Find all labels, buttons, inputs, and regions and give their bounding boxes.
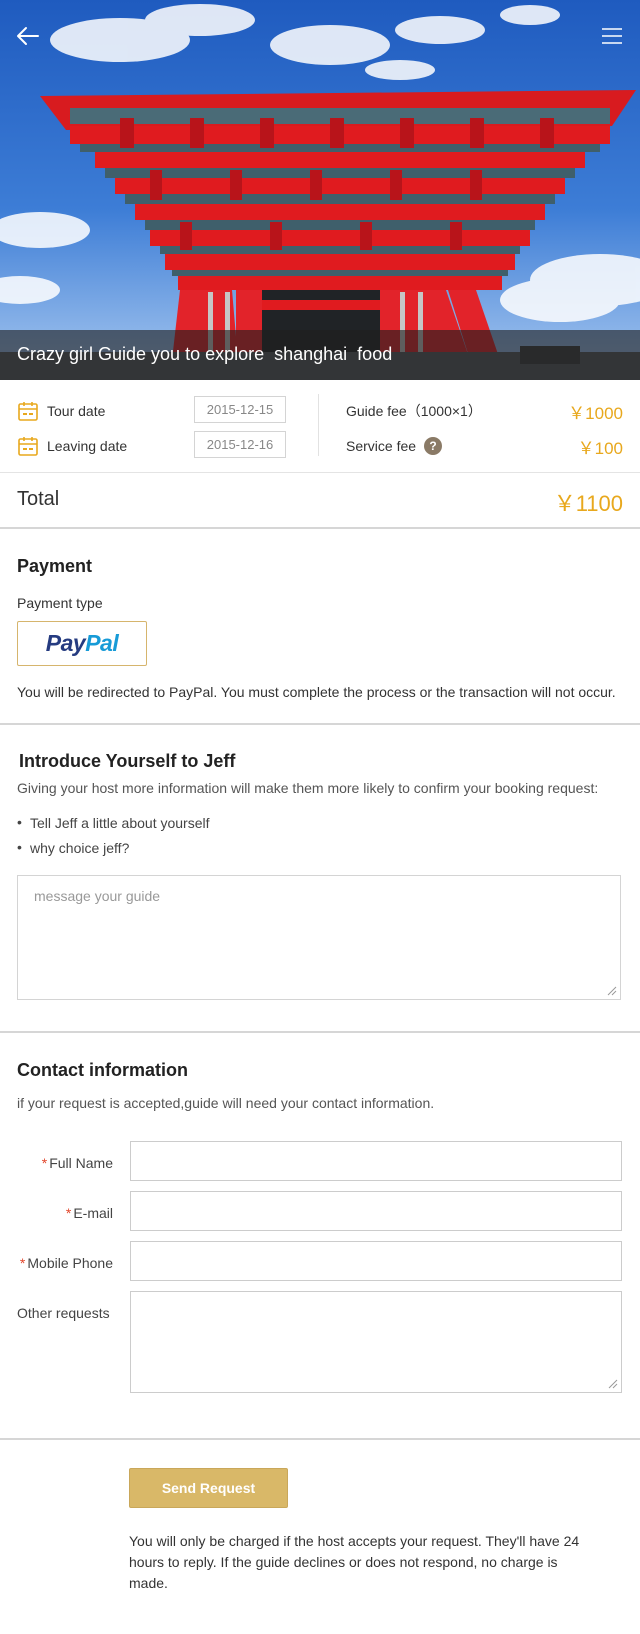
- message-guide-textarea[interactable]: message your guide: [17, 875, 621, 1000]
- mobile-phone-input[interactable]: [130, 1241, 622, 1281]
- divider: [0, 723, 640, 725]
- service-fee-row: Service fee ? ￥100: [346, 431, 623, 461]
- introduce-title: Introduce Yourself to Jeff: [19, 751, 236, 771]
- hamburger-menu-icon: [602, 28, 622, 44]
- paypal-logo: PayPal: [45, 630, 119, 656]
- resize-handle-icon[interactable]: [607, 986, 617, 996]
- tour-title: Crazy girl Guide you to explore shanghai…: [17, 344, 393, 364]
- tour-date-label: Tour date: [47, 403, 106, 419]
- divider: [0, 472, 640, 473]
- china-pavilion-photo: [0, 0, 640, 380]
- send-request-button[interactable]: Send Request: [129, 1468, 288, 1508]
- other-requests-textarea[interactable]: [130, 1291, 622, 1393]
- payment-type-label: Payment type: [17, 595, 103, 611]
- paypal-button[interactable]: PayPal: [17, 621, 147, 666]
- hero-caption-bar: Crazy girl Guide you to explore shanghai…: [0, 330, 640, 380]
- leaving-date-input[interactable]: 2015-12-16: [194, 431, 286, 458]
- leaving-date-row: Leaving date 2015-12-16: [17, 431, 287, 461]
- total-value: ￥1100: [553, 491, 623, 516]
- charge-note: You will only be charged if the host acc…: [129, 1533, 580, 1591]
- service-fee-value: ￥100: [577, 438, 623, 458]
- calendar-icon: [18, 402, 38, 421]
- guide-fee-row: Guide fee（1000×1） ￥1000: [346, 396, 623, 426]
- summary-divider: [318, 394, 319, 456]
- calendar-icon: [18, 437, 38, 456]
- back-button[interactable]: [10, 18, 46, 54]
- help-icon[interactable]: ?: [424, 437, 443, 455]
- tour-date-input[interactable]: 2015-12-15: [194, 396, 286, 423]
- divider: [0, 527, 640, 529]
- divider: [0, 1438, 640, 1440]
- divider: [0, 1031, 640, 1033]
- email-input[interactable]: [130, 1191, 622, 1231]
- list-item: why choice jeff?: [17, 839, 129, 856]
- hero-banner: Crazy girl Guide you to explore shanghai…: [0, 0, 640, 380]
- message-placeholder: message your guide: [34, 888, 161, 904]
- introduce-description: Giving your host more information will m…: [17, 780, 599, 796]
- email-label: * E-mail: [65, 1205, 113, 1221]
- booking-page: Crazy girl Guide you to explore shanghai…: [0, 0, 640, 1634]
- leaving-date-label: Leaving date: [47, 438, 128, 454]
- total-label: Total: [17, 488, 60, 510]
- tour-date-row: Tour date 2015-12-15: [17, 396, 287, 426]
- list-item: Tell Jeff a little about yourself: [17, 814, 210, 831]
- guide-fee-value: ￥1000: [568, 403, 623, 423]
- booking-summary: Tour date 2015-12-15 Leaving date 2015-1…: [0, 380, 640, 472]
- service-fee-label: Service fee: [346, 438, 417, 454]
- mobile-phone-label: * Mobile Phone: [19, 1255, 113, 1271]
- other-requests-label: Other requests: [17, 1305, 110, 1321]
- contact-title: Contact information: [17, 1060, 188, 1080]
- full-name-label: * Full Name: [41, 1155, 113, 1171]
- contact-description: if your request is accepted,guide will n…: [17, 1095, 435, 1111]
- resize-handle-icon[interactable]: [608, 1379, 618, 1389]
- menu-button[interactable]: [594, 18, 630, 54]
- payment-title: Payment: [17, 556, 93, 576]
- arrow-left-icon: [17, 27, 39, 45]
- paypal-redirect-note: You will be redirected to PayPal. You mu…: [17, 684, 616, 700]
- full-name-input[interactable]: [130, 1141, 622, 1181]
- guide-fee-label: Guide fee（1000×1）: [346, 403, 482, 419]
